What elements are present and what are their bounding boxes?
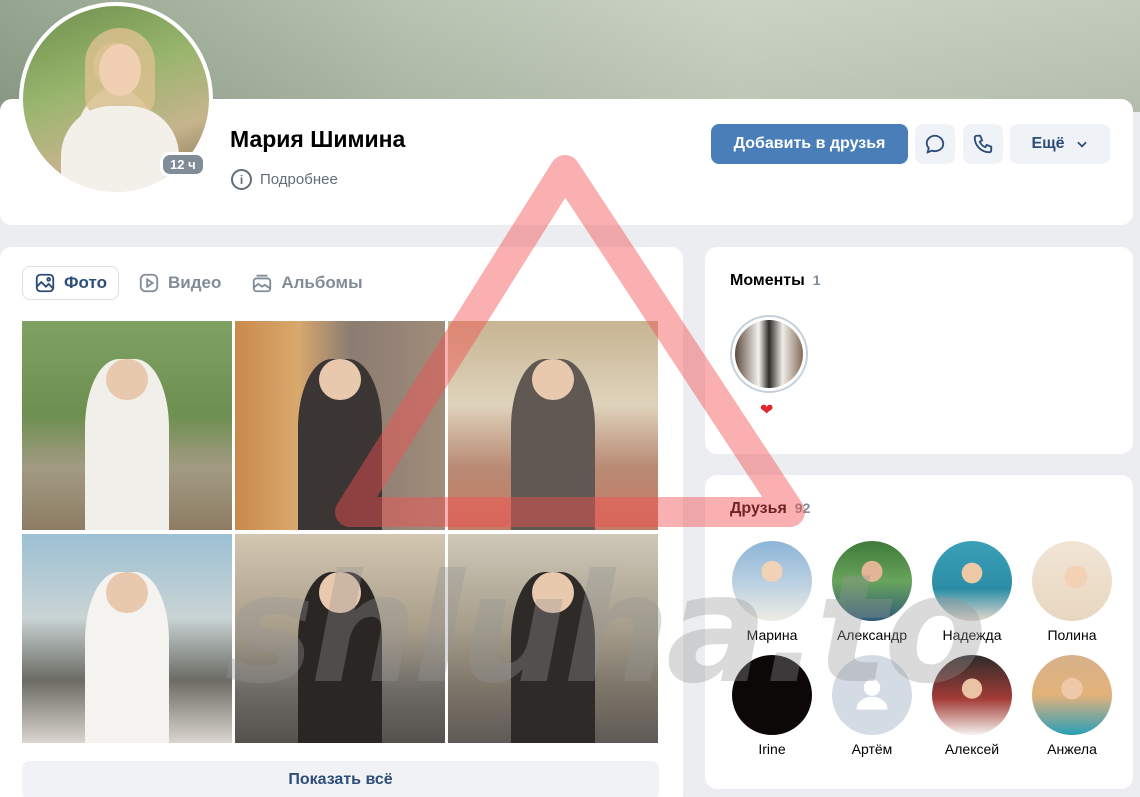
heart-icon: ❤ [760,402,774,419]
call-button[interactable] [963,124,1003,164]
watermark-text: shluha.to [225,543,987,717]
moments-header[interactable]: Моменты 1 [730,272,821,290]
tab-photos-label: Фото [64,273,107,292]
moment-thumbnail [735,320,803,388]
friend-name: Irine [758,741,786,757]
friend-avatar [1032,655,1112,735]
media-tabs: Фото Видео Альбомы [22,266,374,300]
more-label: Ещё [1031,135,1065,152]
chevron-down-icon [1076,141,1087,148]
moments-title: Моменты [730,272,805,289]
friend-item[interactable]: Полина [1022,541,1122,643]
message-icon [925,134,945,154]
photo-thumbnail[interactable] [448,321,658,530]
albums-icon [253,274,272,293]
video-icon [139,273,159,293]
friend-avatar [1032,541,1112,621]
tab-videos[interactable]: Видео [127,266,232,300]
tab-albums[interactable]: Альбомы [240,266,373,300]
friend-item[interactable]: Анжела [1022,655,1122,757]
message-button[interactable] [915,124,955,164]
more-actions-button[interactable]: Ещё [1010,124,1110,164]
friends-header[interactable]: Друзья 92 [730,500,810,518]
friend-name: Анжела [1047,741,1097,757]
details-link-label: Подробнее [260,171,338,188]
photo-thumbnail[interactable] [22,321,232,530]
friend-name: Полина [1047,627,1097,643]
moment-item[interactable] [730,315,808,393]
tab-photos[interactable]: Фото [22,266,119,300]
tab-videos-label: Видео [167,273,222,292]
photo-thumbnail[interactable] [235,321,445,530]
friend-name: Алексей [944,741,1000,757]
add-friend-button[interactable]: Добавить в друзья [711,124,908,164]
details-link[interactable]: i Подробнее [231,169,338,190]
show-all-button[interactable]: Показать всё [22,761,659,797]
moments-section: Моменты 1 ❤ [705,247,1133,454]
tab-albums-label: Альбомы [281,273,363,292]
photo-icon [35,273,55,293]
friends-count: 92 [794,500,811,516]
photo-thumbnail[interactable] [22,534,232,743]
friend-name: Артём [851,741,893,757]
info-icon: i [231,169,252,190]
online-status-badge: 12 ч [160,152,206,177]
friends-title: Друзья [730,500,787,517]
phone-icon [973,134,993,154]
moments-count: 1 [812,272,821,288]
profile-name: Мария Шимина [230,126,406,152]
